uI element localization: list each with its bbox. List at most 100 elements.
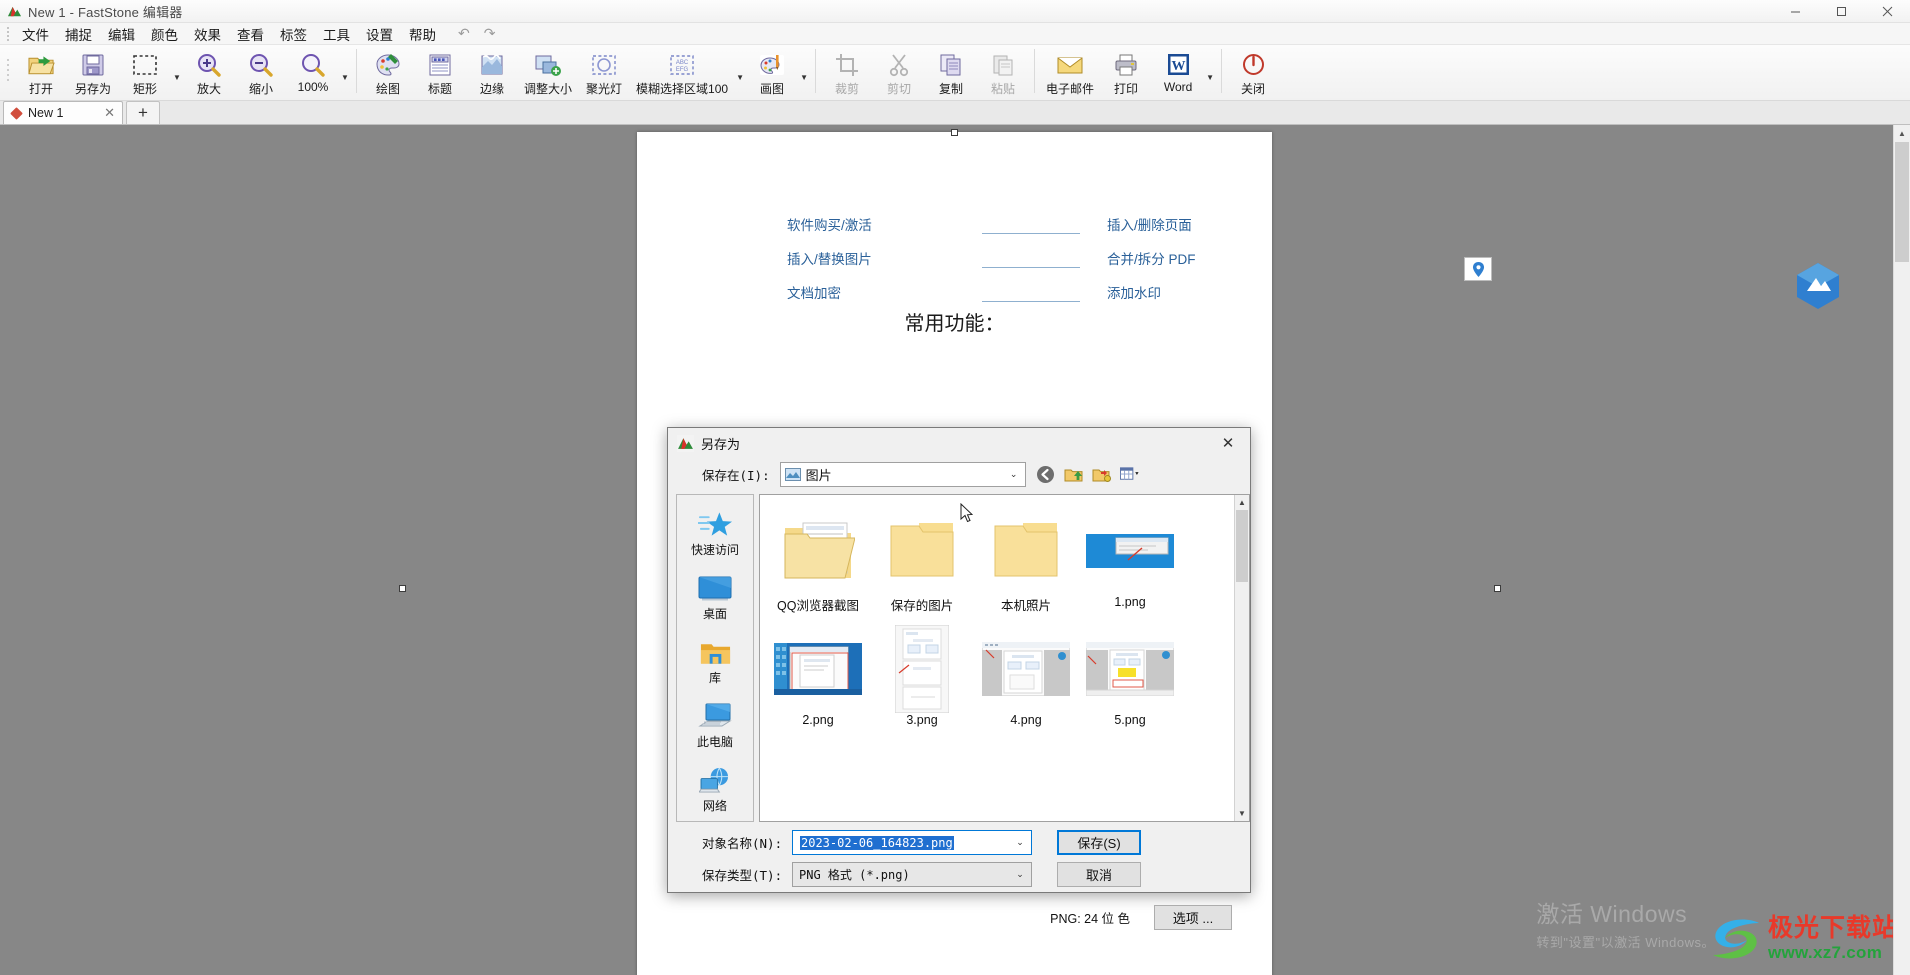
blur-dropdown-caret-icon[interactable]: ▼ [734,45,746,99]
scrollbar-thumb[interactable] [1895,142,1909,262]
menu-item-help[interactable]: 帮助 [401,22,444,46]
zoom-actual-icon [298,50,328,79]
tab-close-icon[interactable]: ✕ [104,105,115,121]
chevron-down-icon[interactable]: ⌄ [1009,863,1031,886]
dialog-close-button[interactable]: ✕ [1206,429,1250,458]
menu-item-edit[interactable]: 编辑 [100,22,143,46]
redo-icon[interactable]: ↷ [484,25,496,42]
file-item-5-png[interactable]: 5.png [1078,623,1182,741]
place-library[interactable]: 库 [679,632,751,693]
toolbar-paste-button[interactable]: 粘贴 [977,45,1029,99]
doc-link-merge-split-pdf[interactable]: 合并/拆分 PDF [1107,248,1196,268]
canvas-vertical-scrollbar[interactable]: ▲ [1893,125,1910,975]
place-this-pc[interactable]: 此电脑 [679,696,751,757]
up-folder-icon[interactable] [1064,465,1084,485]
doc-link-insert-delete-page[interactable]: 插入/删除页面 [1107,214,1192,234]
menu-item-color[interactable]: 颜色 [143,22,186,46]
place-network[interactable]: 网络 [679,760,751,821]
scrollbar-thumb[interactable] [1236,510,1248,582]
file-item-qq-screenshots[interactable]: QQ浏览器截图 [766,505,870,623]
menu-item-effects[interactable]: 效果 [186,22,229,46]
toolbar-paint-button[interactable]: 画图 [746,45,798,99]
toolbar-open-button[interactable]: 打开 [15,45,67,99]
toolbar-email-button[interactable]: 电子邮件 [1040,45,1100,99]
faststone-icon [677,434,694,452]
scroll-down-arrow-icon[interactable]: ▼ [1235,806,1249,821]
new-folder-icon[interactable] [1092,465,1112,485]
place-quick-access[interactable]: 快速访问 [679,504,751,565]
site-name: 极光下载站 [1767,914,1898,942]
doc-link-purchase[interactable]: 软件购买/激活 [787,214,872,234]
scroll-up-arrow-icon[interactable]: ▲ [1894,125,1910,142]
menu-item-view[interactable]: 查看 [229,22,272,46]
toolbar-draw-button[interactable]: 绘图 [362,45,414,99]
location-pin-badge[interactable] [1464,257,1492,281]
toolbar-blur-region-button[interactable]: ABC EFG 模糊选择区域100 [630,45,734,99]
toolbar-crop-button[interactable]: 裁剪 [821,45,873,99]
toolbar-cut-button[interactable]: 剪切 [873,45,925,99]
menu-item-settings[interactable]: 设置 [358,22,401,46]
file-item-3-png[interactable]: 3.png [870,623,974,741]
image-canvas[interactable]: 常用功能： 软件购买/激活 插入/删除页面 插入/替换图片 合并/拆分 PDF … [0,125,1910,975]
zoom-dropdown-caret-icon[interactable]: ▼ [339,45,351,99]
dialog-form: 对象名称(N): 2023-02-06_164823.png ⌄ 保存(S) 保… [668,822,1250,887]
chevron-down-icon[interactable]: ⌄ [1003,463,1025,486]
scroll-up-arrow-icon[interactable]: ▲ [1235,495,1249,510]
paint-dropdown-caret-icon[interactable]: ▼ [798,45,810,99]
selection-handle-left[interactable] [399,585,406,592]
file-list-scrollbar[interactable]: ▲ ▼ [1234,495,1249,821]
save-in-combo[interactable]: 图片 ⌄ [779,462,1026,487]
folder-doc-thumbnail [781,505,855,597]
toolbar-spotlight-button[interactable]: 聚光灯 [578,45,630,99]
options-button[interactable]: 选项 ... [1154,905,1232,930]
file-item-2-png[interactable]: 2.png [766,623,870,741]
toolbar-word-button[interactable]: W Word [1152,45,1204,99]
selection-handle-top[interactable] [951,129,958,136]
cancel-button[interactable]: 取消 [1057,862,1141,887]
doc-link-insert-replace-image[interactable]: 插入/替换图片 [787,248,872,268]
toolbar-label: 标题 [427,82,452,96]
toolbar-label: 打印 [1114,82,1139,96]
toolbar-zoomout-button[interactable]: 缩小 [235,45,287,99]
toolbar-saveas-button[interactable]: 另存为 [67,45,119,99]
doc-link-watermark[interactable]: 添加水印 [1107,282,1161,302]
toolbar-zoom100-button[interactable]: 100% [287,45,339,99]
new-tab-button[interactable]: + [126,101,160,124]
menu-item-file[interactable]: 文件 [14,22,57,46]
toolbar-print-button[interactable]: 打印 [1100,45,1152,99]
menu-item-tags[interactable]: 标签 [272,22,315,46]
resize-icon [533,50,563,79]
close-button[interactable] [1864,0,1910,23]
toolbar-resize-button[interactable]: 调整大小 [518,45,578,99]
doc-link-encrypt[interactable]: 文档加密 [787,282,841,302]
file-item-local-photos[interactable]: 本机照片 [974,505,1078,623]
toolbar-rectangle-button[interactable]: 矩形 [119,45,171,99]
tab-new-1[interactable]: New 1 ✕ [3,101,123,124]
save-button[interactable]: 保存(S) [1057,830,1141,855]
toolbar-copy-button[interactable]: 复制 [925,45,977,99]
file-list[interactable]: QQ浏览器截图 保存的图片 本机照片 1.png 2.png 3.png 4.p… [759,494,1250,822]
toolbar-close-button[interactable]: 关闭 [1227,45,1279,99]
menu-item-tools[interactable]: 工具 [315,22,358,46]
filename-input[interactable]: 2023-02-06_164823.png ⌄ [792,830,1032,855]
rectangle-dropdown-caret-icon[interactable]: ▼ [171,45,183,99]
place-label: 库 [708,671,721,685]
view-mode-icon[interactable] [1119,465,1140,485]
file-item-4-png[interactable]: 4.png [974,623,1078,741]
file-item-1-png[interactable]: 1.png [1078,505,1182,623]
chevron-down-icon[interactable]: ⌄ [1009,831,1031,854]
library-folder-icon [699,632,732,666]
selection-handle-right[interactable] [1494,585,1501,592]
word-dropdown-caret-icon[interactable]: ▼ [1204,45,1216,99]
filetype-select[interactable]: PNG 格式 (*.png) ⌄ [792,862,1032,887]
toolbar-caption-button[interactable]: 标题 [414,45,466,99]
menu-item-capture[interactable]: 捕捉 [57,22,100,46]
place-desktop[interactable]: 桌面 [679,568,751,629]
undo-icon[interactable]: ↶ [458,25,470,42]
maximize-button[interactable] [1818,0,1864,23]
toolbar-edge-button[interactable]: 边缘 [466,45,518,99]
back-icon[interactable] [1036,465,1056,485]
file-item-saved-pictures[interactable]: 保存的图片 [870,505,974,623]
toolbar-zoomin-button[interactable]: 放大 [183,45,235,99]
minimize-button[interactable] [1772,0,1818,23]
